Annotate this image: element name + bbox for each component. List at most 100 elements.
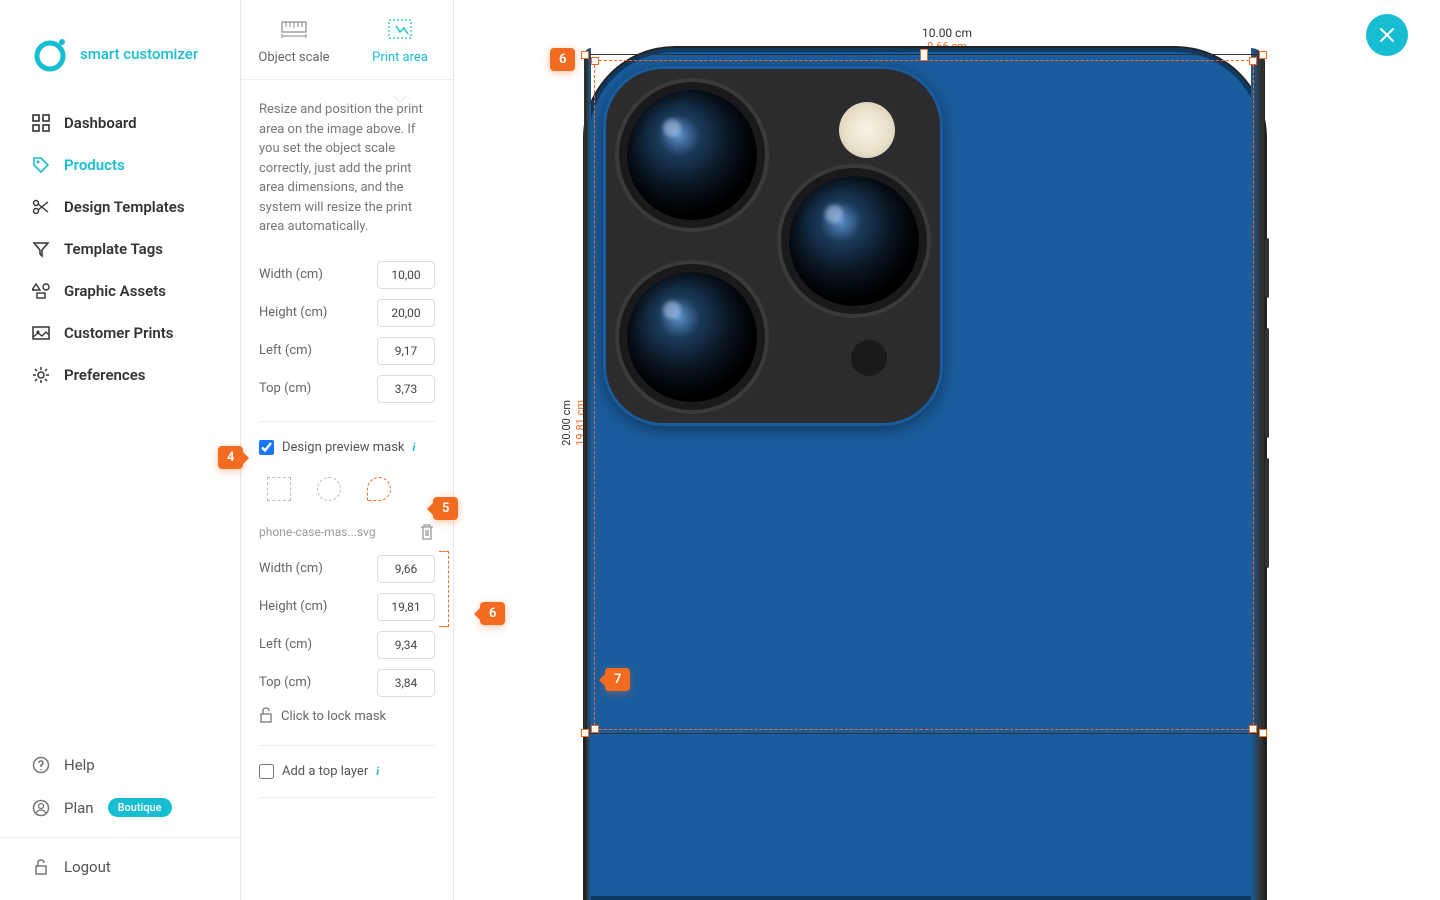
callout-6a: 6 — [550, 48, 575, 71]
mask-filename: phone-case-mas...svg — [259, 525, 376, 539]
design-preview-mask-row: Design preview mask i — [259, 440, 435, 455]
gear-icon — [32, 366, 50, 384]
camera-lens — [789, 176, 919, 306]
image-icon — [32, 324, 50, 342]
dimension-height-outer: 20.00 cm — [560, 400, 573, 446]
mask-field-top: Top (cm) — [259, 669, 435, 697]
width-input[interactable] — [377, 261, 435, 289]
left-label: Left (cm) — [259, 343, 312, 358]
nav-label: Dashboard — [64, 114, 137, 132]
sidebar: smart customizer Dashboard Products Desi… — [0, 0, 241, 900]
nav-template-tags[interactable]: Template Tags — [32, 228, 240, 270]
left-input[interactable] — [377, 337, 435, 365]
mask-width-input[interactable] — [377, 555, 435, 583]
panel-description: Resize and position the print area on th… — [259, 100, 435, 237]
nav-dashboard[interactable]: Dashboard — [32, 102, 240, 144]
nav-label: Plan — [64, 799, 94, 817]
info-icon[interactable]: i — [376, 765, 379, 778]
top-layer-label: Add a top layer — [282, 764, 368, 779]
nav-help[interactable]: Help — [32, 744, 240, 786]
side-button — [1265, 238, 1269, 298]
mask-shape-custom[interactable] — [359, 471, 399, 507]
height-label: Height (cm) — [259, 305, 327, 320]
shapes-icon — [32, 282, 50, 300]
trash-icon[interactable] — [419, 523, 435, 541]
mask-left-label: Left (cm) — [259, 637, 312, 652]
tab-label: Object scale — [258, 50, 329, 65]
tab-indicator-arrow — [393, 96, 407, 103]
close-icon — [1378, 26, 1396, 44]
nav-preferences[interactable]: Preferences — [32, 354, 240, 396]
mask-top-input[interactable] — [377, 669, 435, 697]
nav-label: Customer Prints — [64, 324, 174, 342]
width-label: Width (cm) — [259, 267, 323, 282]
callout-4: 4 — [218, 446, 243, 469]
top-layer-checkbox[interactable] — [259, 764, 274, 779]
camera-lens — [627, 90, 757, 220]
field-height: Height (cm) — [259, 299, 435, 327]
mask-height-input[interactable] — [377, 593, 435, 621]
panel-tabs: Object scale Print area — [241, 0, 453, 80]
mask-field-width: Width (cm) — [259, 555, 435, 583]
nav-label: Preferences — [64, 366, 146, 384]
nav-customer-prints[interactable]: Customer Prints — [32, 312, 240, 354]
lock-open-icon — [259, 707, 273, 727]
camera-lens — [627, 272, 757, 402]
canvas: 10.00 cm 9.66 cm 20.00 cm 19.81 cm 6 7 — [454, 0, 1440, 900]
plan-badge: Boutique — [108, 798, 172, 817]
bottom-nav: Help Plan Boutique Logout — [0, 744, 240, 900]
field-top: Top (cm) — [259, 375, 435, 403]
nav-products[interactable]: Products — [32, 144, 240, 186]
lock-label: Click to lock mask — [281, 709, 386, 724]
phone-mockup[interactable] — [585, 48, 1265, 900]
tab-object-scale[interactable]: Object scale — [241, 0, 347, 79]
brand-name: smart customizer — [80, 45, 198, 63]
camera-island — [603, 66, 943, 426]
bracket-icon — [439, 551, 449, 627]
nav-graphic-assets[interactable]: Graphic Assets — [32, 270, 240, 312]
callout-6b: 6 — [480, 602, 505, 625]
close-button[interactable] — [1366, 14, 1408, 56]
lock-mask-row[interactable]: Click to lock mask — [259, 707, 435, 727]
top-input[interactable] — [377, 375, 435, 403]
top-label: Top (cm) — [259, 381, 311, 396]
mask-field-left: Left (cm) — [259, 631, 435, 659]
nav-label: Graphic Assets — [64, 282, 166, 300]
mask-shape-circle[interactable] — [309, 471, 349, 507]
field-left: Left (cm) — [259, 337, 435, 365]
mask-checkbox[interactable] — [259, 440, 274, 455]
mask-label: Design preview mask — [282, 440, 405, 455]
mask-shape-square[interactable] — [259, 471, 299, 507]
nav-design-templates[interactable]: Design Templates — [32, 186, 240, 228]
logo-icon — [32, 36, 68, 72]
nav-label: Help — [64, 756, 95, 774]
info-icon[interactable]: i — [413, 441, 416, 454]
field-width: Width (cm) — [259, 261, 435, 289]
print-area-icon — [386, 18, 414, 40]
volume-button — [1265, 328, 1269, 438]
nav-label: Design Templates — [64, 198, 185, 216]
dashboard-icon — [32, 114, 50, 132]
nav-logout[interactable]: Logout — [32, 846, 240, 900]
main-nav: Dashboard Products Design Templates Temp… — [0, 102, 240, 396]
callout-7: 7 — [605, 668, 630, 691]
nav-label: Products — [64, 156, 125, 174]
help-icon — [32, 756, 50, 774]
tab-label: Print area — [372, 50, 428, 65]
height-input[interactable] — [377, 299, 435, 327]
top-layer-row: Add a top layer i — [259, 764, 435, 779]
mask-width-label: Width (cm) — [259, 561, 323, 576]
mask-shape-row — [259, 471, 435, 507]
mask-top-label: Top (cm) — [259, 675, 311, 690]
scissors-icon — [32, 198, 50, 216]
nav-plan[interactable]: Plan Boutique — [32, 786, 240, 829]
user-icon — [32, 799, 50, 817]
nav-label: Template Tags — [64, 240, 163, 258]
dimension-width-outer: 10.00 cm — [922, 26, 972, 40]
mask-file-row: phone-case-mas...svg — [259, 523, 435, 541]
tag-icon — [32, 156, 50, 174]
tab-print-area[interactable]: Print area — [347, 0, 453, 79]
volume-button — [1265, 458, 1269, 568]
nav-label: Logout — [64, 858, 111, 876]
mask-left-input[interactable] — [377, 631, 435, 659]
